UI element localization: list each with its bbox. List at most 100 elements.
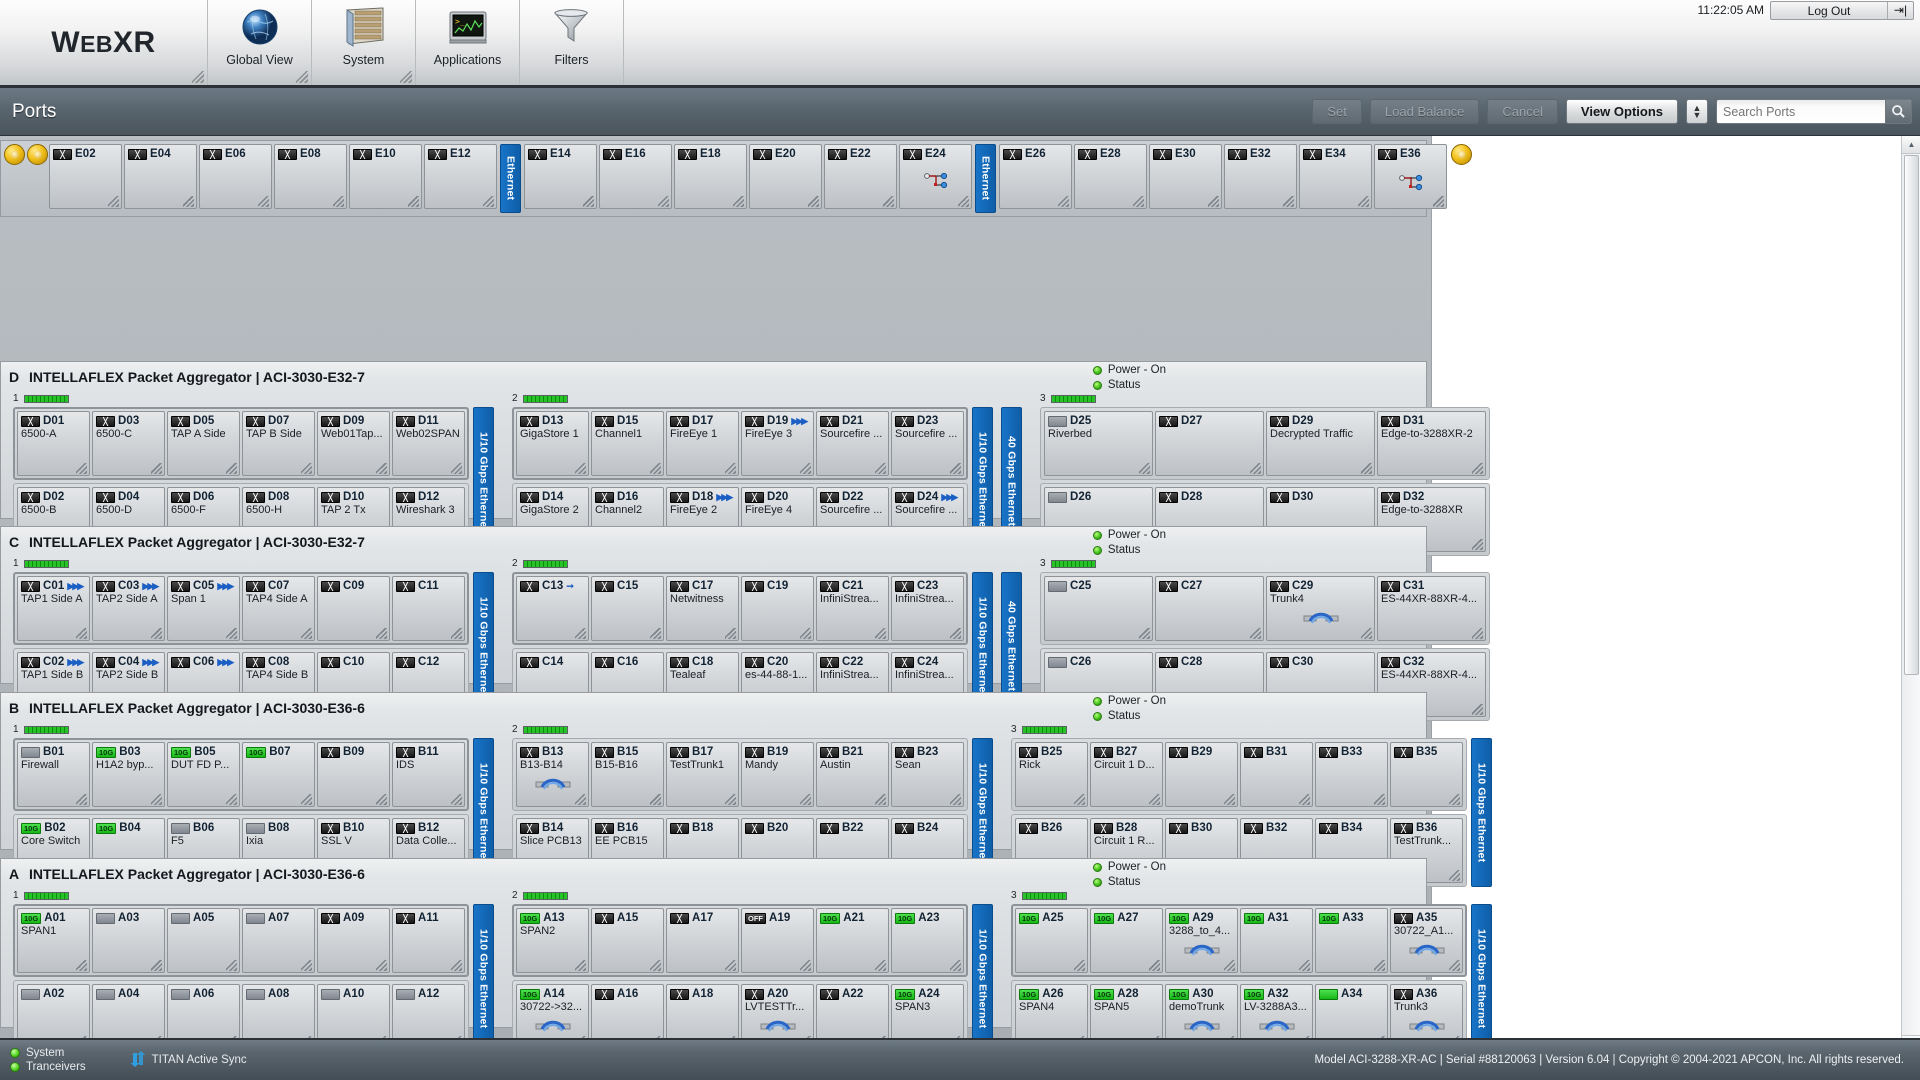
speed-label[interactable]: 1/10 Gbps Ethernet [1471, 904, 1492, 1053]
port-cell[interactable]: ╳ A11 [392, 908, 465, 973]
port-cell[interactable]: ╳ C21 InfiniStrea... [816, 576, 889, 641]
port-cell[interactable]: ╳ A17 [666, 908, 739, 973]
port-cell[interactable]: ╳ B35 [1390, 742, 1463, 807]
nav-button-global-view[interactable]: Global View [208, 0, 312, 85]
nav-button-applications[interactable]: >_ Applications [416, 0, 520, 85]
port-cell[interactable]: ╳ C13 ➞ [516, 576, 589, 641]
port-cell[interactable]: ╳ B33 [1315, 742, 1388, 807]
nav-button-system[interactable]: System [312, 0, 416, 85]
port-cell[interactable]: ╳ E02 [49, 144, 122, 209]
speed-label-ethernet-1[interactable]: Ethernet [500, 144, 521, 213]
port-cell[interactable]: ╳ E30 [1149, 144, 1222, 209]
port-cell[interactable]: 10G B05 DUT FD P... [167, 742, 240, 807]
port-cell[interactable]: ╳ E28 [1074, 144, 1147, 209]
port-cell[interactable]: C25 [1044, 576, 1153, 641]
port-cell[interactable]: ╳ C15 [591, 576, 664, 641]
port-cell[interactable]: A03 [92, 908, 165, 973]
port-cell[interactable]: ╳ B25 Rick [1015, 742, 1088, 807]
port-cell[interactable]: ╳ E20 [749, 144, 822, 209]
port-cell[interactable]: ╳ C01 ▶▶▶ TAP1 Side A [17, 576, 90, 641]
port-cell[interactable]: ╳ D15 Channel1 [591, 411, 664, 476]
port-cell[interactable]: ╳ C17 Netwitness [666, 576, 739, 641]
port-cell[interactable]: ╳ D19 ▶▶▶ FireEye 3 [741, 411, 814, 476]
port-cell[interactable]: 10G A23 [891, 908, 964, 973]
port-cell[interactable]: ╳ E36 [1374, 144, 1447, 209]
port-cell[interactable]: ╳ E14 [524, 144, 597, 209]
port-cell[interactable]: ╳ C07 TAP4 Side A [242, 576, 315, 641]
port-cell[interactable]: 10G A21 [816, 908, 889, 973]
port-cell[interactable]: ╳ B23 Sean [891, 742, 964, 807]
speed-label[interactable]: 1/10 Gbps Ethernet [972, 904, 993, 1053]
port-cell[interactable]: 10G A31 [1240, 908, 1313, 973]
set-button[interactable]: Set [1312, 99, 1362, 124]
port-cell[interactable]: ╳ E08 [274, 144, 347, 209]
port-cell[interactable]: ╳ D11 Web02SPAN [392, 411, 465, 476]
port-cell[interactable]: ╳ B17 TestTrunk1 [666, 742, 739, 807]
port-cell[interactable]: ╳ B09 [317, 742, 390, 807]
port-cell[interactable]: ╳ B15 B15-B16 [591, 742, 664, 807]
port-cell[interactable]: B01 Firewall [17, 742, 90, 807]
port-cell[interactable]: ╳ C11 [392, 576, 465, 641]
port-cell[interactable]: ╳ A15 [591, 908, 664, 973]
port-cell[interactable]: ╳ D31 Edge-to-3288XR-2 [1377, 411, 1486, 476]
port-cell[interactable]: ╳ B21 Austin [816, 742, 889, 807]
port-cell[interactable]: ╳ C03 ▶▶▶ TAP2 Side A [92, 576, 165, 641]
view-options-stepper[interactable]: ▲ ▼ [1686, 99, 1708, 124]
vertical-scrollbar[interactable]: ▲ ▼ [1901, 136, 1920, 1053]
port-cell[interactable]: ╳ D09 Web01Tap... [317, 411, 390, 476]
speed-label[interactable]: 1/10 Gbps Ethernet [1471, 738, 1492, 887]
nav-button-filters[interactable]: Filters [520, 0, 624, 85]
search-input[interactable] [1717, 100, 1885, 123]
port-cell[interactable]: ╳ E04 [124, 144, 197, 209]
port-cell[interactable]: ╳ E22 [824, 144, 897, 209]
port-cell[interactable]: ╳ D17 FireEye 1 [666, 411, 739, 476]
logout-button[interactable]: Log Out ⇥| [1770, 1, 1914, 20]
port-cell[interactable]: ╳ B27 Circuit 1 D... [1090, 742, 1163, 807]
port-cell[interactable]: ╳ D21 Sourcefire ... [816, 411, 889, 476]
port-cell[interactable]: ╳ A09 [317, 908, 390, 973]
port-cell[interactable]: ╳ E32 [1224, 144, 1297, 209]
scrollbar-thumb[interactable] [1904, 155, 1919, 675]
port-cell[interactable]: ╳ C05 ▶▶▶ Span 1 [167, 576, 240, 641]
port-cell[interactable]: 10G B07 [242, 742, 315, 807]
port-cell[interactable]: ╳ D23 Sourcefire ... [891, 411, 964, 476]
port-cell[interactable]: 10G A01 SPAN1 [17, 908, 90, 973]
load-balance-button[interactable]: Load Balance [1369, 99, 1480, 124]
search-button[interactable] [1885, 100, 1911, 123]
port-cell[interactable]: ╳ E10 [349, 144, 422, 209]
port-cell[interactable]: ╳ D03 6500-C [92, 411, 165, 476]
port-cell[interactable]: ╳ D01 6500-A [17, 411, 90, 476]
port-cell[interactable]: ╳ B31 [1240, 742, 1313, 807]
port-cell[interactable]: ╳ B29 [1165, 742, 1238, 807]
port-cell[interactable]: ╳ B11 IDS [392, 742, 465, 807]
port-cell[interactable]: 10G A27 [1090, 908, 1163, 973]
port-cell[interactable]: ╳ D07 TAP B Side [242, 411, 315, 476]
port-cell[interactable]: ╳ A35 30722_A1... [1390, 908, 1463, 973]
port-cell[interactable]: 10G A33 [1315, 908, 1388, 973]
cancel-button[interactable]: Cancel [1487, 99, 1558, 124]
port-cell[interactable]: ╳ E18 [674, 144, 747, 209]
port-cell[interactable]: OFF A19 [741, 908, 814, 973]
port-cell[interactable]: ╳ B19 Mandy [741, 742, 814, 807]
port-cell[interactable]: D25 Riverbed [1044, 411, 1153, 476]
port-cell[interactable]: ╳ C29 Trunk4 [1266, 576, 1375, 641]
port-cell[interactable]: ╳ E34 [1299, 144, 1372, 209]
port-cell[interactable]: A05 [167, 908, 240, 973]
port-cell[interactable]: ╳ D13 GigaStore 1 [516, 411, 589, 476]
port-cell[interactable]: ╳ B13 B13-B14 [516, 742, 589, 807]
speed-label[interactable]: 1/10 Gbps Ethernet [473, 904, 494, 1053]
port-cell[interactable]: ╳ D27 [1155, 411, 1264, 476]
port-cell[interactable]: 10G A25 [1015, 908, 1088, 973]
port-cell[interactable]: 10G A29 3288_to_4... [1165, 908, 1238, 973]
speed-label-ethernet-2[interactable]: Ethernet [975, 144, 996, 213]
port-cell[interactable]: ╳ E06 [199, 144, 272, 209]
scroll-up-arrow-icon[interactable]: ▲ [1902, 136, 1920, 154]
port-cell[interactable]: A07 [242, 908, 315, 973]
view-options-button[interactable]: View Options [1565, 99, 1678, 124]
port-cell[interactable]: ╳ E26 [999, 144, 1072, 209]
port-cell[interactable]: 10G A13 SPAN2 [516, 908, 589, 973]
port-cell[interactable]: ╳ C19 [741, 576, 814, 641]
port-cell[interactable]: ╳ C31 ES-44XR-88XR-4... [1377, 576, 1486, 641]
port-cell[interactable]: 10G B03 H1A2 byp... [92, 742, 165, 807]
port-cell[interactable]: ╳ C27 [1155, 576, 1264, 641]
